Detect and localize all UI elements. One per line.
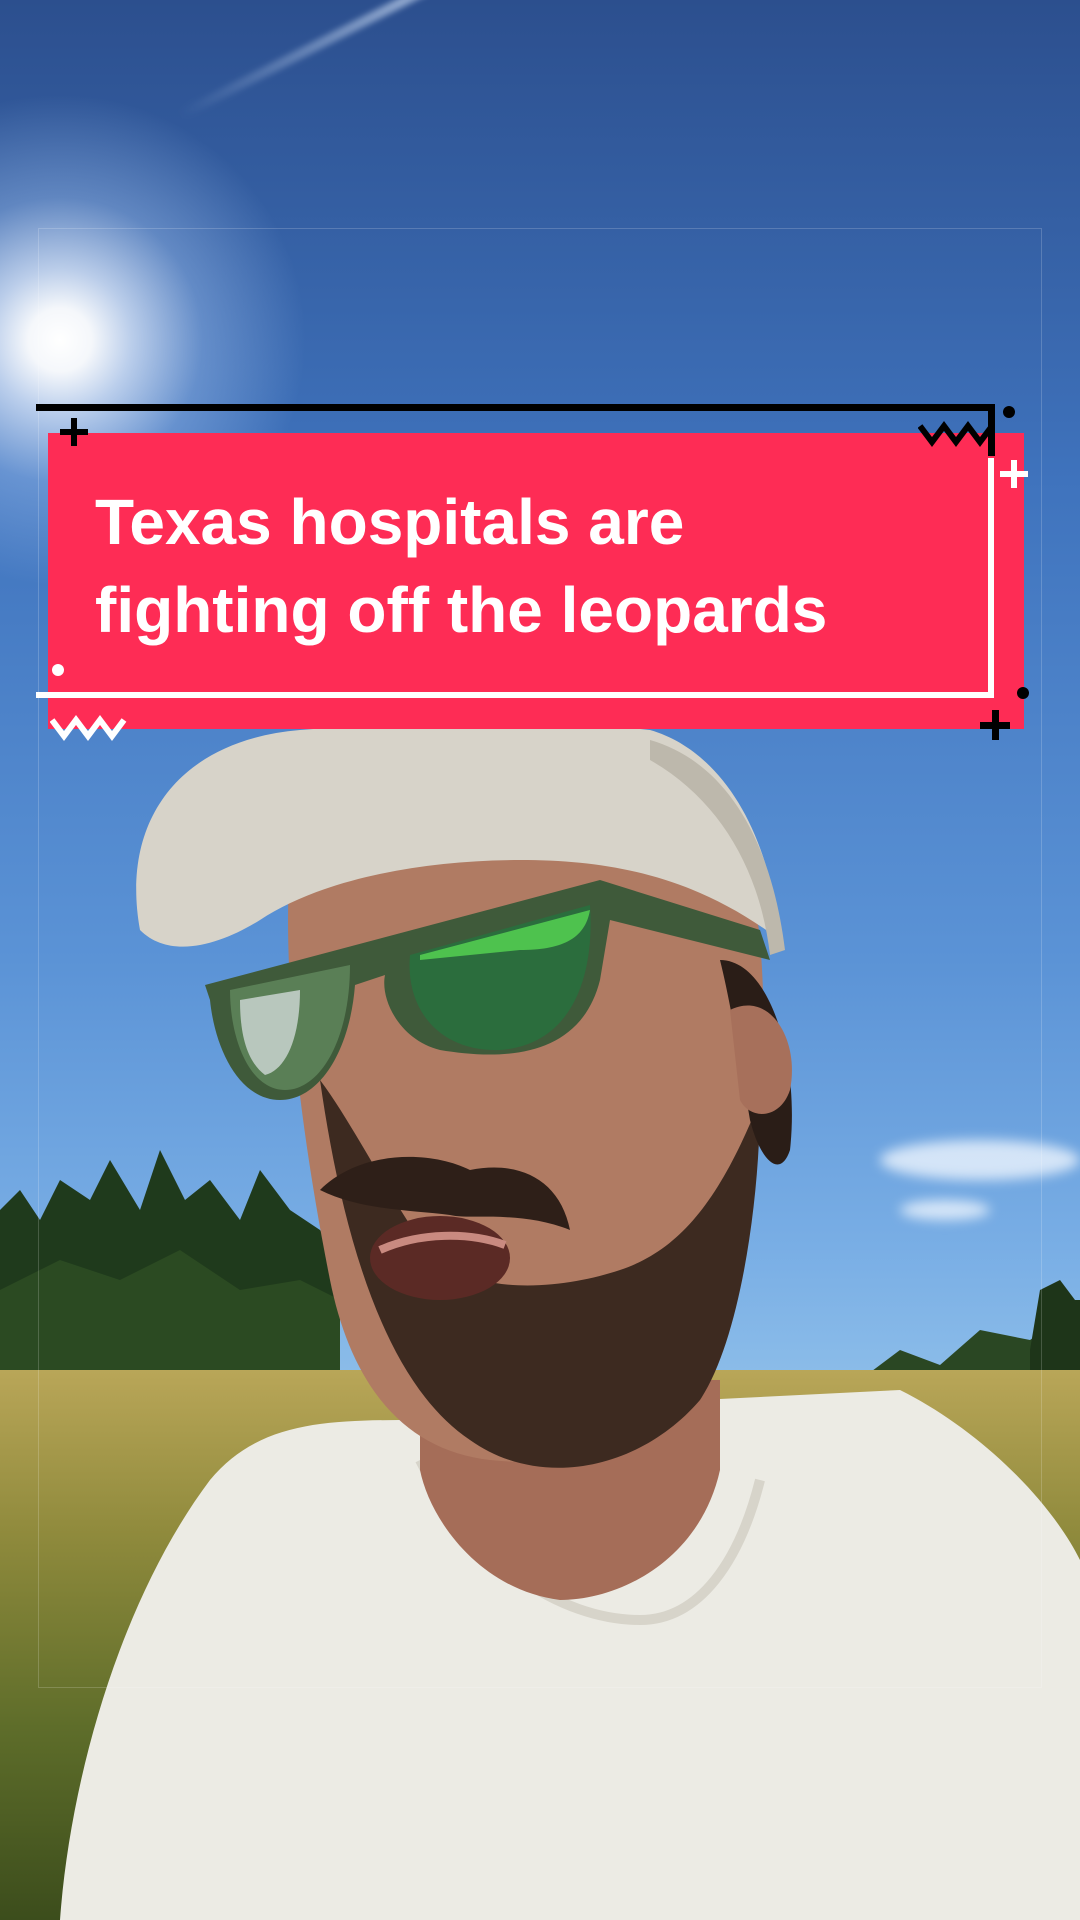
plus-icon: [1000, 460, 1028, 488]
banner-frame-bottom: [36, 692, 994, 698]
video-frame: Texas hospitals are fighting off the leo…: [0, 0, 1080, 1920]
dot-icon: [52, 664, 64, 676]
caption-text: Texas hospitals are fighting off the leo…: [95, 478, 975, 654]
dot-icon: [1003, 406, 1015, 418]
zigzag-icon: [50, 715, 127, 741]
banner-frame-top: [36, 404, 994, 411]
caption-line-2: fighting off the leopards: [95, 574, 828, 646]
plus-icon: [60, 418, 88, 446]
banner-frame-right-light: [988, 458, 994, 696]
dot-icon: [1017, 687, 1029, 699]
zigzag-icon: [918, 421, 995, 447]
caption-line-1: Texas hospitals are: [95, 486, 685, 558]
plus-icon: [980, 710, 1010, 740]
